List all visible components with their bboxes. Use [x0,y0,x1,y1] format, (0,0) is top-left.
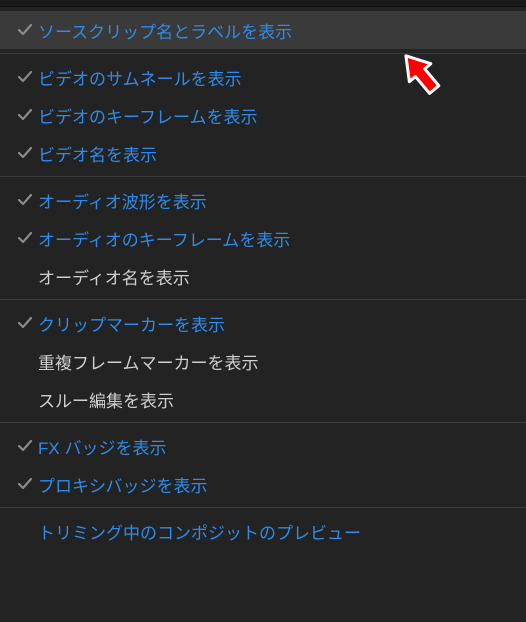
menu-item-label: ソースクリップ名とラベルを表示 [38,18,292,43]
menu-item-audio-keyframes[interactable]: オーディオのキーフレームを表示 [0,219,526,257]
menu-item-label: クリップマーカーを表示 [38,311,225,336]
check-icon [12,22,38,38]
check-icon [12,315,38,331]
menu-item-label: 重複フレームマーカーを表示 [38,349,259,374]
menu-separator [0,422,526,423]
menu-separator [0,299,526,300]
check-icon [12,391,38,407]
menu-item-label: FX バッジを表示 [38,434,166,459]
menu-item-label: オーディオ名を表示 [38,264,190,289]
check-icon [12,107,38,123]
menu-item-label: オーディオ波形を表示 [38,188,207,213]
menu-item-through-edits[interactable]: スルー編集を表示 [0,380,526,418]
menu-item-label: オーディオのキーフレームを表示 [38,226,290,251]
menu-item-composite-preview-trim[interactable]: トリミング中のコンポジットのプレビュー [0,512,526,550]
menu-item-label: ビデオ名を表示 [38,141,157,166]
menu-item-duplicate-frame-markers[interactable]: 重複フレームマーカーを表示 [0,342,526,380]
check-icon [12,438,38,454]
menu-item-video-keyframes[interactable]: ビデオのキーフレームを表示 [0,96,526,134]
check-icon [12,523,38,539]
menu-item-source-clip-name-label[interactable]: ソースクリップ名とラベルを表示 [0,11,526,49]
menu-separator [0,176,526,177]
check-icon [12,230,38,246]
menu-item-proxy-badges[interactable]: プロキシバッジを表示 [0,465,526,503]
window-top-strip [0,0,526,7]
check-icon [12,476,38,492]
check-icon [12,69,38,85]
check-icon [12,353,38,369]
check-icon [12,268,38,284]
menu-item-label: ビデオのキーフレームを表示 [38,103,257,128]
menu-item-label: ビデオのサムネールを表示 [38,65,242,90]
menu-separator [0,53,526,54]
check-icon [12,145,38,161]
menu-item-label: トリミング中のコンポジットのプレビュー [38,519,361,544]
menu-item-label: スルー編集を表示 [38,387,174,412]
menu-item-clip-markers[interactable]: クリップマーカーを表示 [0,304,526,342]
menu-separator [0,507,526,508]
menu-item-video-thumbnails[interactable]: ビデオのサムネールを表示 [0,58,526,96]
menu-item-video-names[interactable]: ビデオ名を表示 [0,134,526,172]
menu-item-fx-badges[interactable]: FX バッジを表示 [0,427,526,465]
timeline-display-settings-menu: ソースクリップ名とラベルを表示ビデオのサムネールを表示ビデオのキーフレームを表示… [0,7,526,622]
check-icon [12,192,38,208]
menu-item-label: プロキシバッジを表示 [38,472,208,497]
menu-item-audio-names[interactable]: オーディオ名を表示 [0,257,526,295]
menu-item-audio-waveform[interactable]: オーディオ波形を表示 [0,181,526,219]
